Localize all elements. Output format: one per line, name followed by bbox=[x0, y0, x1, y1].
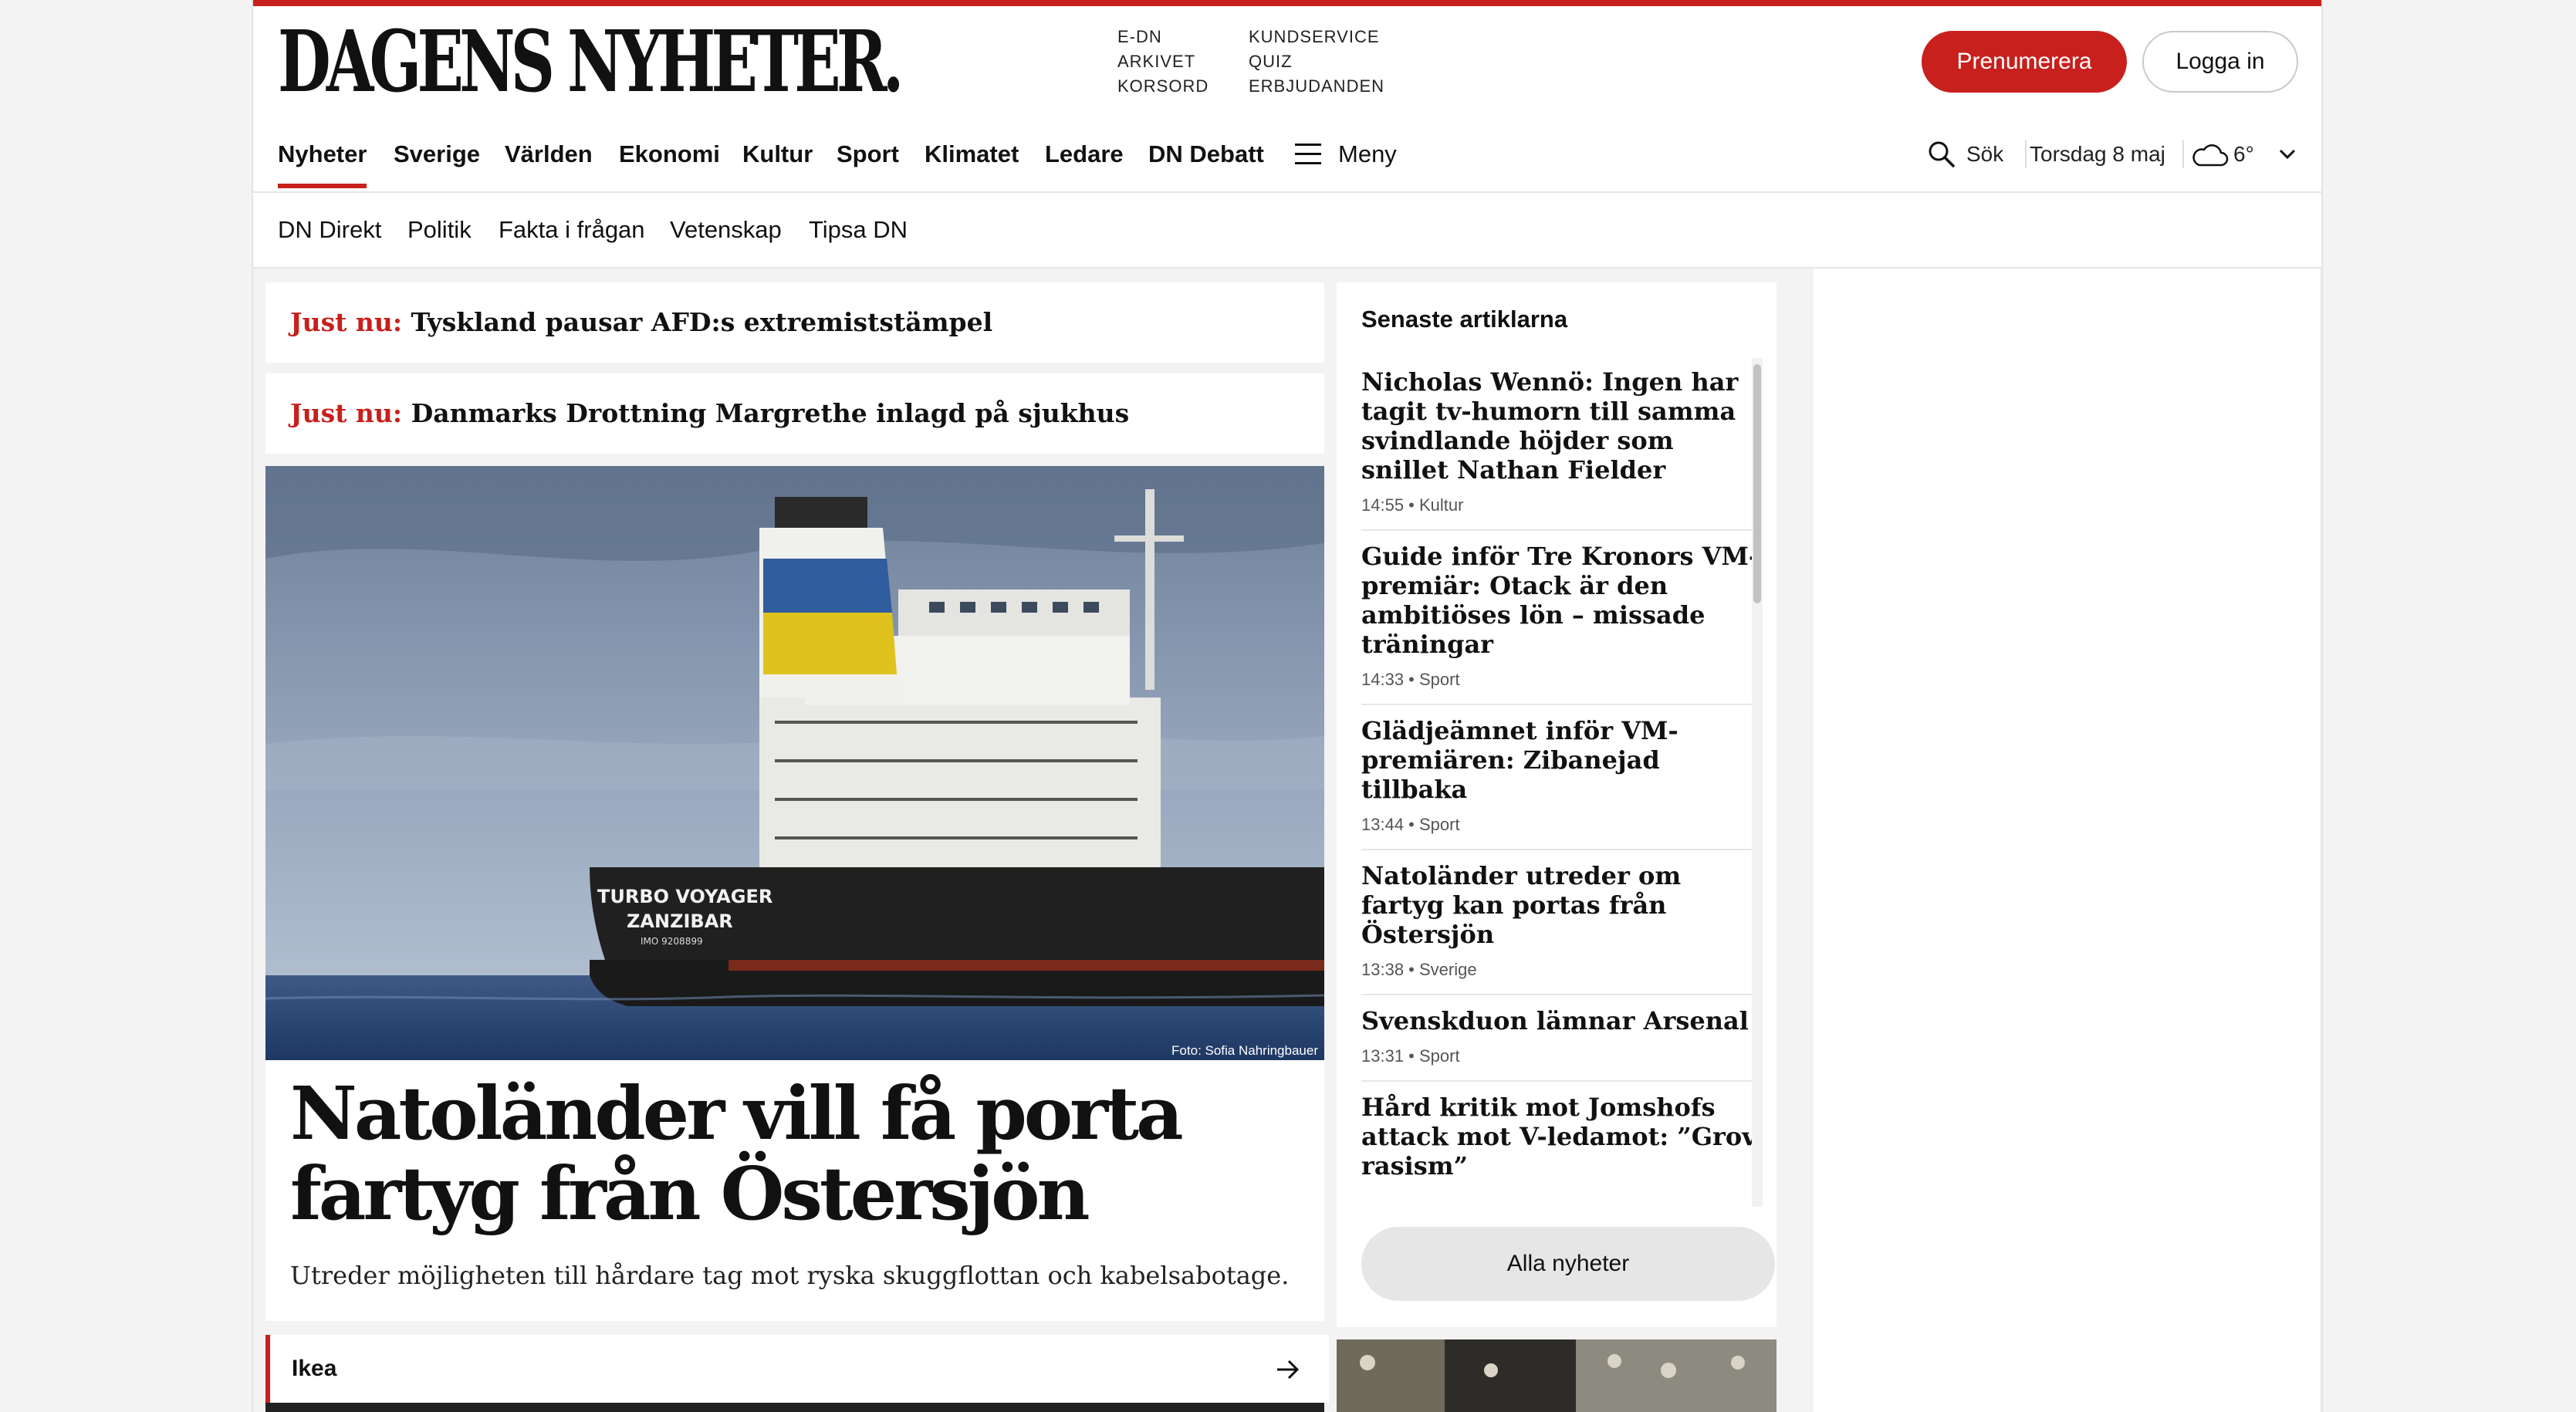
secondary-nav: DN Direkt Politik Fakta i frågan Vetensk… bbox=[253, 193, 2321, 269]
photo-credit: Foto: Sofia Nahringbauer bbox=[1171, 1043, 1318, 1058]
subnav-item-fakta[interactable]: Fakta i frågan bbox=[499, 193, 645, 267]
weather-widget[interactable]: 6° bbox=[2192, 117, 2300, 191]
latest-article-meta: 13:31 • Sport bbox=[1361, 1046, 1460, 1066]
all-news-button[interactable]: Alla nyheter bbox=[1361, 1227, 1775, 1301]
date-display: Torsdag 8 maj bbox=[2030, 142, 2165, 166]
hamburger-icon bbox=[1295, 144, 1321, 165]
latest-article-meta: 13:38 • Sverige bbox=[1361, 960, 1477, 979]
sidebar-article-image[interactable] bbox=[1337, 1339, 1776, 1412]
nav-item-dn-debatt[interactable]: DN Debatt bbox=[1148, 117, 1264, 191]
subnav-item-vetenskap[interactable]: Vetenskap bbox=[670, 193, 782, 267]
latest-article-meta: 14:33 • Sport bbox=[1361, 670, 1460, 689]
menu-label: Meny bbox=[1338, 140, 1397, 167]
site-header: DAGENS NYHETER. E-DN ARKIVET KORSORD KUN… bbox=[253, 6, 2321, 119]
latest-article-title: Svenskduon lämnar Arsenal bbox=[1361, 1006, 1749, 1035]
latest-articles-panel: Senaste artiklarna Nicholas Wennö: Ingen… bbox=[1337, 282, 1776, 1327]
breaking-label: Just nu: bbox=[290, 398, 403, 428]
quick-links-col2: KUNDSERVICE QUIZ ERBJUDANDEN bbox=[1249, 25, 1384, 99]
latest-articles-list[interactable]: Nicholas Wennö: Ingen har tagit tv-humor… bbox=[1361, 356, 1763, 1205]
latest-article[interactable]: Glädjeämnet inför VM-premiären: Zibaneja… bbox=[1361, 705, 1763, 850]
search-button[interactable]: Sök bbox=[1928, 117, 2036, 191]
latest-article-title: Guide inför Tre Kronors VM-premiär: Otac… bbox=[1361, 542, 1760, 659]
ad-placeholder bbox=[1814, 269, 2320, 1412]
divider bbox=[2025, 140, 2027, 168]
page: DAGENS NYHETER. E-DN ARKIVET KORSORD KUN… bbox=[252, 0, 2323, 1412]
latest-article-title: Hård kritik mot Jomshofs attack mot V-le… bbox=[1361, 1093, 1756, 1181]
breaking-headline: Tyskland pausar AFD:s extremiststämpel bbox=[411, 307, 993, 337]
login-button[interactable]: Logga in bbox=[2142, 31, 2298, 93]
scrollbar[interactable] bbox=[1752, 358, 1763, 1207]
hero-headline[interactable]: Natoländer vill få porta fartyg från Öst… bbox=[290, 1074, 1309, 1235]
latest-article-title: Natoländer utreder om fartyg kan portas … bbox=[1361, 861, 1682, 949]
next-article-image bbox=[265, 1403, 1324, 1412]
nav-item-sverige[interactable]: Sverige bbox=[394, 117, 480, 191]
section-label: Ikea bbox=[292, 1356, 337, 1381]
quick-link-arkivet[interactable]: ARKIVET bbox=[1117, 49, 1209, 74]
latest-article[interactable]: Svenskduon lämnar Arsenal 13:31 • Sport bbox=[1361, 995, 1763, 1082]
quick-link-erbjudanden[interactable]: ERBJUDANDEN bbox=[1249, 74, 1384, 99]
ship-name-1: TURBO VOYAGER bbox=[597, 886, 772, 907]
temperature: 6° bbox=[2233, 142, 2254, 166]
crowd-photo bbox=[1337, 1339, 1776, 1412]
latest-article[interactable]: Hård kritik mot Jomshofs attack mot V-le… bbox=[1361, 1082, 1763, 1194]
breaking-news-1[interactable]: Just nu: Tyskland pausar AFD:s extremist… bbox=[265, 282, 1324, 363]
subscribe-button[interactable]: Prenumerera bbox=[1922, 31, 2127, 93]
quick-link-korsord[interactable]: KORSORD bbox=[1117, 74, 1209, 99]
nav-item-varlden[interactable]: Världen bbox=[505, 117, 593, 191]
latest-title: Senaste artiklarna bbox=[1361, 306, 1568, 333]
brand-top-line bbox=[253, 0, 2321, 6]
breaking-label: Just nu: bbox=[290, 307, 403, 337]
breaking-news-2[interactable]: Just nu: Danmarks Drottning Margrethe in… bbox=[265, 373, 1324, 454]
arrow-right-icon bbox=[1277, 1360, 1300, 1380]
nav-item-nyheter[interactable]: Nyheter bbox=[278, 117, 367, 191]
ship-illustration: TURBO VOYAGER ZANZIBAR IMO 9208899 bbox=[265, 466, 1324, 1060]
latest-article[interactable]: Nicholas Wennö: Ingen har tagit tv-humor… bbox=[1361, 356, 1763, 531]
latest-article-meta: 13:44 • Sport bbox=[1361, 815, 1460, 834]
nav-item-kultur[interactable]: Kultur bbox=[742, 117, 813, 191]
quick-link-quiz[interactable]: QUIZ bbox=[1249, 49, 1384, 74]
latest-article[interactable]: Guide inför Tre Kronors VM-premiär: Otac… bbox=[1361, 531, 1763, 705]
hero-lead: Utreder möjligheten till hårdare tag mot… bbox=[290, 1261, 1290, 1290]
quick-link-kundservice[interactable]: KUNDSERVICE bbox=[1249, 25, 1384, 49]
divider bbox=[2182, 140, 2184, 168]
latest-article-title: Glädjeämnet inför VM-premiären: Zibaneja… bbox=[1361, 716, 1678, 804]
quick-link-edn[interactable]: E-DN bbox=[1117, 25, 1209, 49]
latest-article[interactable]: Natoländer utreder om fartyg kan portas … bbox=[1361, 850, 1763, 995]
nav-item-sport[interactable]: Sport bbox=[837, 117, 899, 191]
subnav-item-politik[interactable]: Politik bbox=[407, 193, 472, 267]
hero-article[interactable]: TURBO VOYAGER ZANZIBAR IMO 9208899 Foto:… bbox=[265, 466, 1324, 1321]
search-icon bbox=[1929, 141, 1955, 167]
latest-article-title: Nicholas Wennö: Ingen har tagit tv-humor… bbox=[1361, 367, 1739, 485]
subnav-item-dn-direkt[interactable]: DN Direkt bbox=[278, 193, 381, 267]
search-label: Sök bbox=[1966, 142, 2004, 166]
quick-links-col1: E-DN ARKIVET KORSORD bbox=[1117, 25, 1209, 99]
site-logo[interactable]: DAGENS NYHETER. bbox=[278, 17, 904, 106]
primary-nav: Nyheter Sverige Världen Ekonomi Kultur S… bbox=[253, 117, 2321, 193]
ship-name-2: ZANZIBAR bbox=[627, 910, 733, 932]
scrollbar-thumb[interactable] bbox=[1753, 364, 1761, 603]
latest-article-meta: 14:55 • Kultur bbox=[1361, 495, 1464, 515]
subnav-item-tipsa-dn[interactable]: Tipsa DN bbox=[809, 193, 908, 267]
nav-item-ledare[interactable]: Ledare bbox=[1045, 117, 1124, 191]
chevron-down-icon bbox=[2279, 149, 2296, 160]
nav-item-klimatet[interactable]: Klimatet bbox=[925, 117, 1019, 191]
cloud-icon bbox=[2192, 144, 2229, 167]
breaking-headline: Danmarks Drottning Margrethe inlagd på s… bbox=[411, 398, 1130, 428]
nav-item-ekonomi[interactable]: Ekonomi bbox=[619, 117, 720, 191]
hero-image: TURBO VOYAGER ZANZIBAR IMO 9208899 Foto:… bbox=[265, 466, 1324, 1060]
section-bar-ikea[interactable]: Ikea bbox=[265, 1335, 1329, 1403]
breaking-text: Just nu: Danmarks Drottning Margrethe in… bbox=[290, 373, 1129, 454]
ship-imo: IMO 9208899 bbox=[641, 936, 703, 947]
breaking-text: Just nu: Tyskland pausar AFD:s extremist… bbox=[290, 282, 992, 363]
